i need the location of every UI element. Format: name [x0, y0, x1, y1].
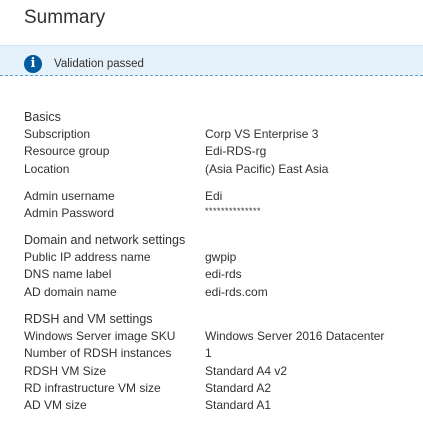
summary-row-subscription: Subscription Corp VS Enterprise 3 — [24, 126, 414, 143]
row-value: gwpip — [205, 250, 237, 264]
summary-row-rd-infra-vm-size: RD infrastructure VM size Standard A2 — [24, 380, 414, 397]
row-label: Windows Server image SKU — [24, 329, 176, 343]
summary-row-rdsh-vm-size: RDSH VM Size Standard A4 v2 — [24, 363, 414, 380]
row-value: Edi-RDS-rg — [205, 144, 267, 159]
summary-row-image-sku: Windows Server image SKU Windows Server … — [24, 328, 414, 345]
validation-banner: i Validation passed — [0, 45, 423, 76]
validation-message: Validation passed — [54, 58, 144, 70]
summary-row-dns-name: DNS name label edi-rds — [24, 266, 414, 283]
row-label: DNS name label — [24, 267, 112, 282]
row-value: (Asia Pacific) East Asia — [205, 161, 329, 176]
summary-row-resource-group: Resource group Edi-RDS-rg — [24, 143, 414, 160]
row-label: AD VM size — [24, 398, 87, 413]
summary-row-public-ip: Public IP address name gwpip — [24, 249, 414, 266]
summary-row-ad-vm-size: AD VM size Standard A1 — [24, 397, 414, 414]
row-value: 1 — [205, 346, 212, 361]
row-label: Admin Password — [24, 206, 115, 221]
row-label: Public IP address name — [24, 250, 151, 264]
info-icon: i — [24, 55, 42, 73]
vm-section: RDSH and VM settings Windows Server imag… — [24, 311, 414, 414]
basics-section: Basics Subscription Corp VS Enterprise 3… — [24, 109, 414, 178]
summary-row-admin-password: Admin Password ************** — [24, 205, 414, 222]
row-value: Corp VS Enterprise 3 — [205, 127, 319, 141]
row-value-masked-password: ************** — [205, 206, 262, 217]
row-label: RDSH VM Size — [24, 363, 107, 378]
basics-heading: Basics — [24, 110, 61, 124]
row-label: Subscription — [24, 127, 91, 141]
network-section: Domain and network settings Public IP ad… — [24, 232, 414, 301]
row-value: edi-rds.com — [205, 284, 268, 299]
row-value: edi-rds — [205, 267, 242, 282]
row-value: Windows Server 2016 Datacenter — [205, 329, 385, 343]
page-title: Summary — [24, 7, 106, 28]
row-label: Admin username — [24, 189, 115, 203]
row-label: AD domain name — [24, 284, 117, 299]
row-label: Number of RDSH instances — [24, 346, 172, 361]
summary-row-rdsh-instances: Number of RDSH instances 1 — [24, 345, 414, 362]
row-value: Standard A4 v2 — [205, 363, 288, 378]
row-value: Standard A1 — [205, 398, 272, 413]
row-value: Standard A2 — [205, 380, 272, 395]
row-label: RD infrastructure VM size — [24, 380, 161, 395]
summary-row-location: Location (Asia Pacific) East Asia — [24, 161, 414, 178]
row-label: Location — [24, 161, 70, 176]
network-heading: Domain and network settings — [24, 233, 186, 247]
admin-section: Admin username Edi Admin Password ******… — [24, 188, 414, 223]
vm-heading: RDSH and VM settings — [24, 312, 153, 326]
summary-row-ad-domain: AD domain name edi-rds.com — [24, 284, 414, 301]
row-label: Resource group — [24, 144, 110, 159]
